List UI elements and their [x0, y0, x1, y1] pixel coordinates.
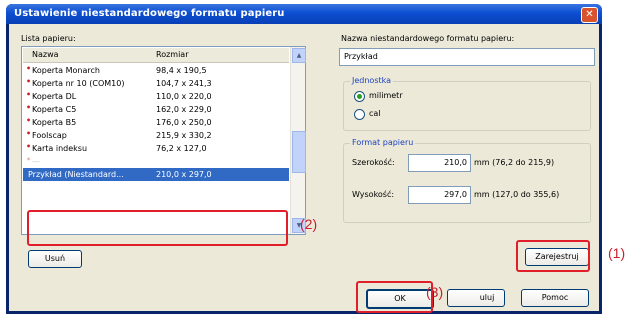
- help-button[interactable]: Pomoc: [521, 289, 589, 307]
- list-item[interactable]: • Koperta DL 110,0 x 220,0: [23, 90, 289, 103]
- scroll-thumb[interactable]: [292, 131, 306, 173]
- custom-name-label: Nazwa niestandardowego formatu papieru:: [341, 34, 515, 43]
- unit-mm-label: milimetr: [369, 91, 403, 100]
- close-button[interactable]: ✕: [581, 7, 598, 23]
- units-group-title: Jednostka: [350, 76, 394, 85]
- width-input[interactable]: 210,0: [408, 154, 471, 172]
- paper-list-label: Lista papieru:: [21, 34, 76, 43]
- unit-inch-radio[interactable]: [354, 109, 365, 120]
- height-range: mm (127,0 do 355,6): [474, 190, 560, 199]
- list-scrollbar[interactable]: ▲ ▼: [290, 47, 306, 234]
- column-header-size[interactable]: Rozmiar: [156, 50, 189, 59]
- unit-mm-radio[interactable]: [354, 91, 365, 102]
- custom-name-input[interactable]: Przykład: [339, 48, 595, 66]
- highlight-register-button: [516, 240, 590, 272]
- cancel-button-label: uluj: [479, 293, 495, 302]
- list-item[interactable]: • Karta indeksu 76,2 x 127,0: [23, 142, 289, 155]
- highlight-selected-row: [27, 210, 288, 246]
- list-item-selected[interactable]: Przykład (Niestandard... 210,0 x 297,0: [23, 168, 289, 181]
- unit-inch-label: cal: [369, 109, 381, 118]
- list-item[interactable]: • Koperta C5 162,0 x 229,0: [23, 103, 289, 116]
- list-header: Nazwa Rozmiar: [23, 48, 289, 63]
- height-label: Wysokość:: [352, 190, 395, 199]
- scroll-up-icon[interactable]: ▲: [292, 48, 306, 63]
- paper-list[interactable]: Nazwa Rozmiar • Koperta Monarch 98,4 x 190…: [21, 46, 306, 235]
- delete-button[interactable]: Usuń: [28, 250, 82, 268]
- dialog-title: Ustawienie niestandardowego formatu papi…: [14, 8, 285, 19]
- list-item[interactable]: • Koperta nr 10 (COM10) 104,7 x 241,3: [23, 77, 289, 90]
- callout-2: (2): [300, 216, 318, 232]
- format-group: Format papieru Szerokość: 210,0 mm (76,2…: [343, 138, 591, 223]
- format-group-title: Format papieru: [350, 138, 416, 147]
- list-item-partial: • —: [26, 155, 40, 166]
- dialog-body: Lista papieru: Nazwa Rozmiar • Koperta Mo…: [9, 24, 599, 311]
- list-item[interactable]: • Foolscap 215,9 x 330,2: [23, 129, 289, 142]
- callout-3: (3): [426, 284, 444, 300]
- width-range: mm (76,2 do 215,9): [474, 158, 555, 167]
- column-header-name[interactable]: Nazwa: [32, 50, 59, 59]
- title-bar: Ustawienie niestandardowego formatu papi…: [6, 4, 602, 24]
- paper-format-dialog: Ustawienie niestandardowego formatu papi…: [6, 4, 602, 314]
- callout-1: (1): [608, 245, 626, 261]
- cancel-button[interactable]: uluj: [447, 289, 505, 307]
- height-input[interactable]: 297,0: [408, 186, 471, 204]
- highlight-ok-button: [356, 281, 433, 313]
- width-label: Szerokość:: [352, 158, 395, 167]
- list-item[interactable]: • Koperta Monarch 98,4 x 190,5: [23, 64, 289, 77]
- units-group: Jednostka milimetr cal: [343, 76, 591, 131]
- list-item[interactable]: • Koperta B5 176,0 x 250,0: [23, 116, 289, 129]
